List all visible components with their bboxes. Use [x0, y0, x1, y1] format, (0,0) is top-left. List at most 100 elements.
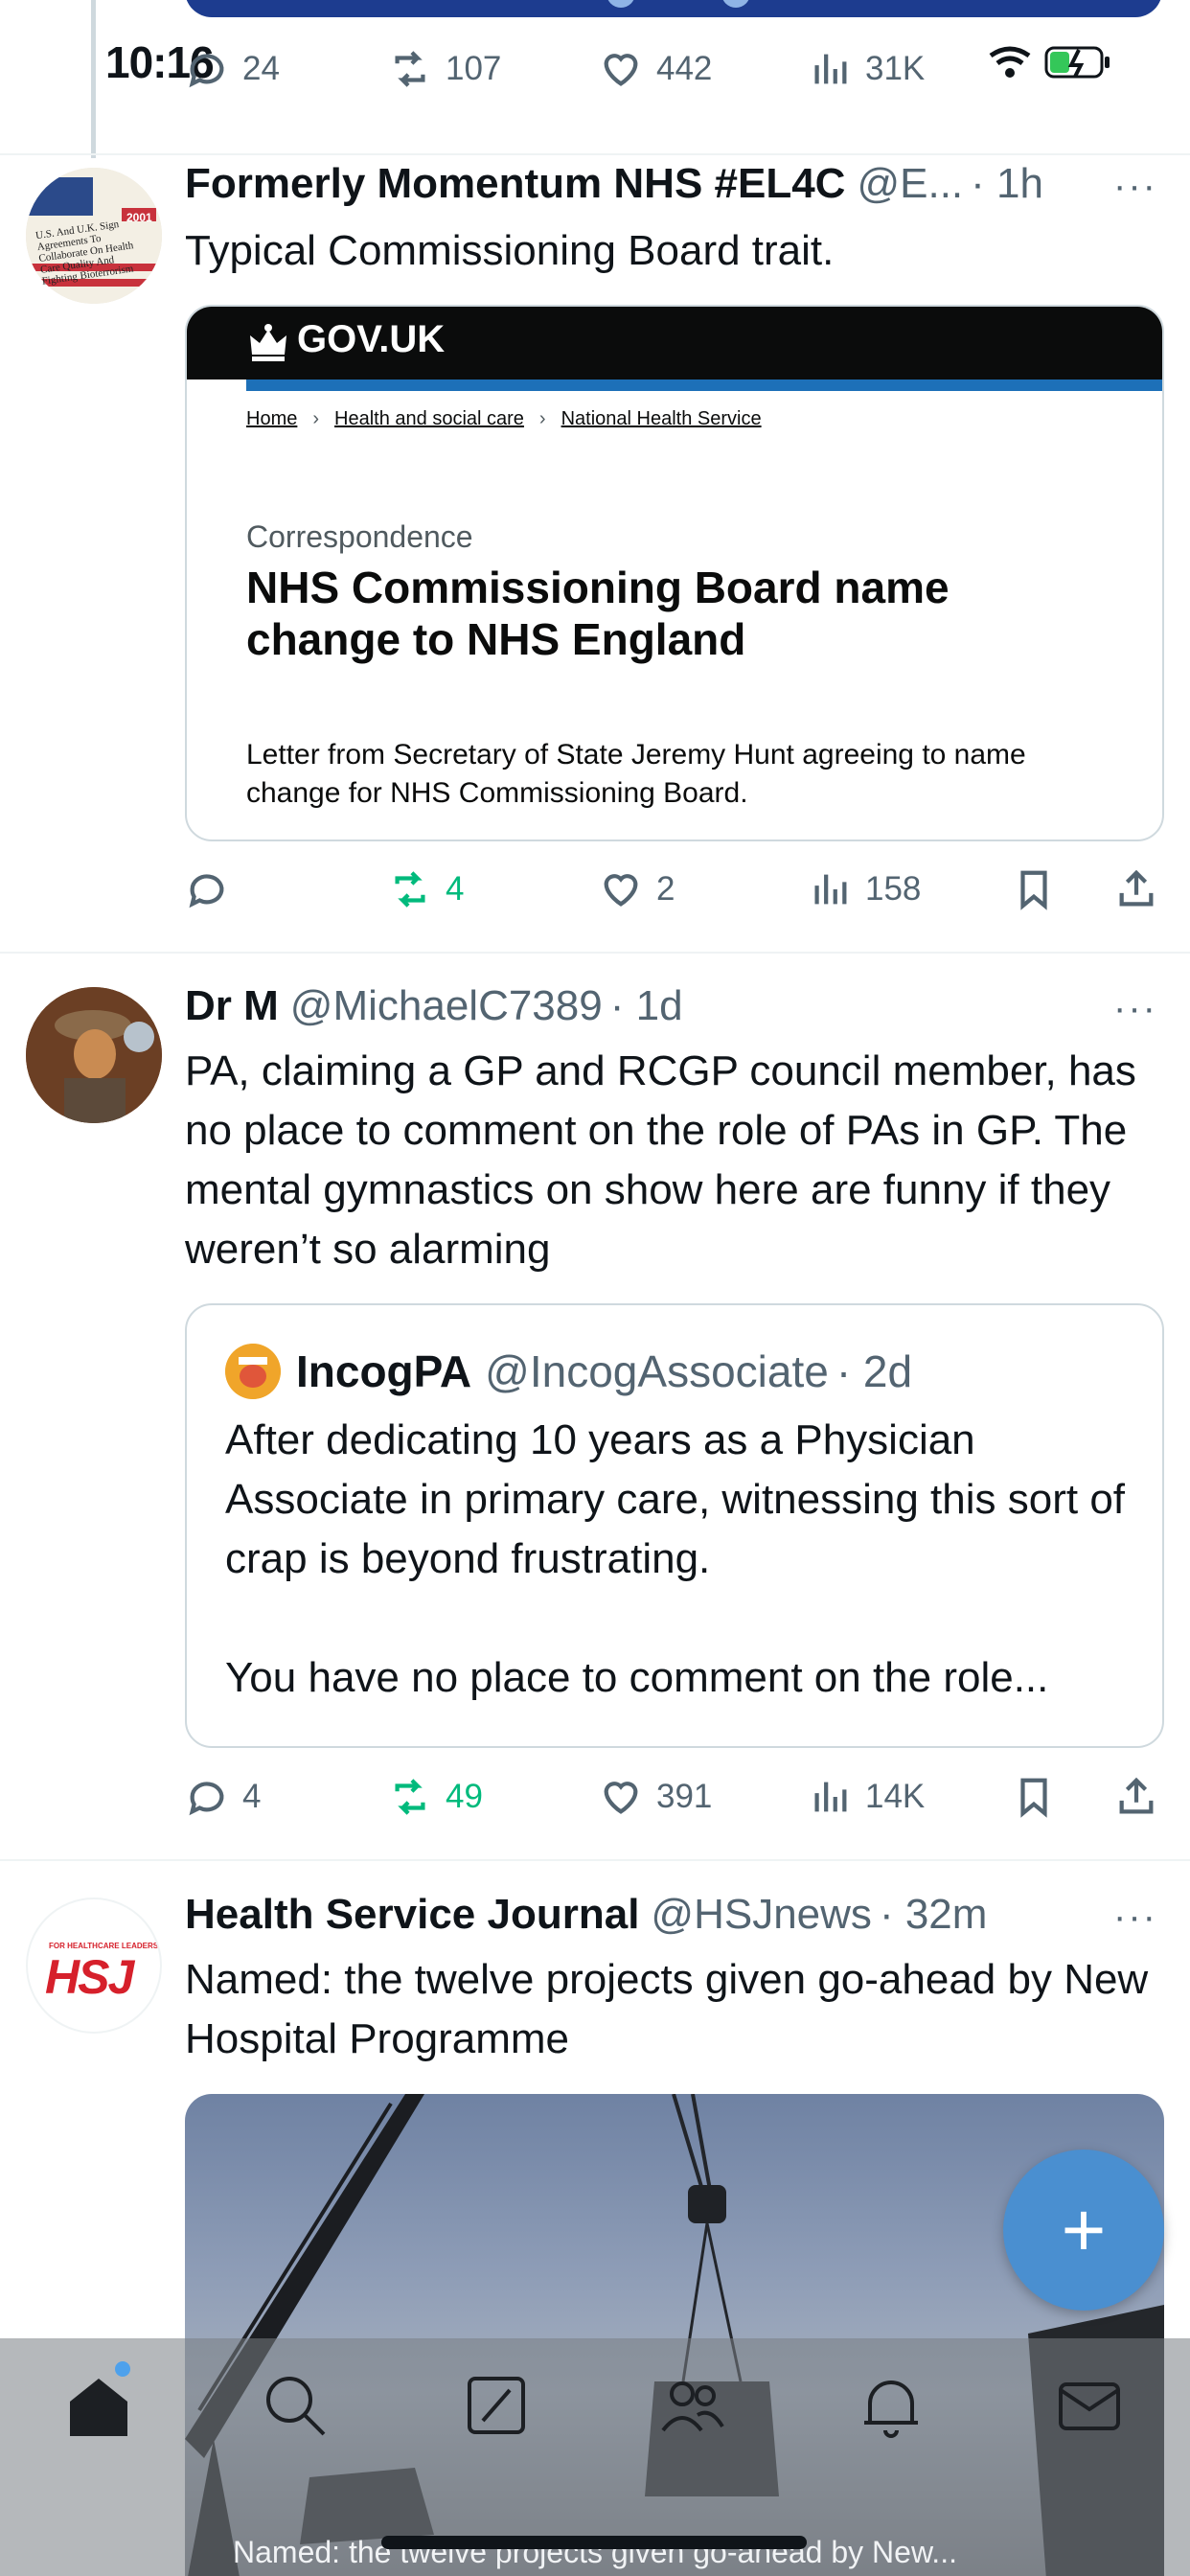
- tweet-actions: 4 2 158: [185, 861, 1162, 918]
- quoted-tweet-header: IncogPA @IncogAssociate · 2d: [225, 1344, 912, 1399]
- breadcrumb-nhs: National Health Service: [561, 408, 762, 429]
- card-label: Correspondence: [246, 519, 473, 554]
- avatar[interactable]: FOR HEALTHCARE LEADERS HSJ: [26, 1898, 162, 2034]
- views-icon: [814, 1782, 847, 1812]
- reply-count: 4: [242, 1778, 262, 1815]
- tweet-actions: 4 49 391 14K: [185, 1768, 1162, 1826]
- like-button[interactable]: 2: [599, 867, 675, 911]
- breadcrumb: Home › Health and social care › National…: [246, 408, 762, 430]
- display-name[interactable]: Dr M: [185, 982, 279, 1030]
- media-detail: [606, 0, 635, 8]
- like-button[interactable]: 391: [599, 1775, 712, 1819]
- home-indicator[interactable]: [381, 2536, 807, 2549]
- bookmark-button[interactable]: [1012, 1775, 1069, 1819]
- tweet-header: Formerly Momentum NHS #EL4C @E... · 1h: [185, 160, 1043, 208]
- reply-icon: [189, 1782, 224, 1816]
- like-count: 2: [656, 870, 675, 908]
- like-count: 442: [656, 50, 713, 87]
- tab-notifications[interactable]: [853, 2367, 929, 2444]
- gov-brand: GOV.UK: [297, 318, 446, 360]
- more-options-button[interactable]: ···: [1113, 1896, 1157, 1939]
- media-detail: [721, 0, 750, 8]
- communities-icon: [661, 2381, 724, 2432]
- reply-icon: [189, 54, 224, 88]
- breadcrumb-health: Health and social care: [334, 408, 524, 429]
- tweet-time[interactable]: · 32m: [880, 1891, 987, 1939]
- repost-button[interactable]: 4: [388, 867, 464, 911]
- reply-count: 24: [242, 50, 280, 87]
- reply-button[interactable]: 24: [185, 47, 280, 91]
- repost-button[interactable]: 49: [388, 1775, 483, 1819]
- quoted-user-handle: @IncogAssociate: [485, 1346, 829, 1396]
- reply-button[interactable]: 4: [185, 1775, 261, 1819]
- repost-count: 107: [446, 50, 502, 87]
- user-handle[interactable]: @HSJnews: [651, 1891, 872, 1939]
- like-button[interactable]: 442: [599, 47, 712, 91]
- reply-button[interactable]: [185, 867, 242, 911]
- share-button[interactable]: [1114, 867, 1172, 911]
- bookmark-button[interactable]: [1012, 867, 1069, 911]
- share-button[interactable]: [1114, 1775, 1172, 1819]
- views-button[interactable]: 31K: [808, 47, 925, 91]
- compose-button[interactable]: +: [1003, 2150, 1164, 2311]
- avatar-year: 2001: [126, 211, 152, 224]
- tweet-header: Dr M @MichaelC7389 · 1d: [185, 982, 683, 1030]
- reply-icon: [189, 874, 224, 908]
- search-icon: [266, 2377, 326, 2436]
- quoted-text-paragraph: After dedicating 10 years as a Physician…: [225, 1416, 1126, 1582]
- avatar-image: [225, 1344, 281, 1399]
- gov-header: GOV.UK: [187, 307, 1162, 380]
- card-title: NHS Commissioning Board name change to N…: [246, 563, 950, 664]
- plus-icon: +: [1061, 2187, 1107, 2272]
- breadcrumb-home: Home: [246, 408, 298, 429]
- previous-tweet-actions: 24 107 442 31K: [185, 40, 1162, 98]
- display-name[interactable]: Formerly Momentum NHS #EL4C: [185, 160, 845, 208]
- avatar[interactable]: [26, 987, 162, 1123]
- repost-button[interactable]: 107: [388, 47, 501, 91]
- views-button[interactable]: 158: [808, 867, 921, 911]
- tab-messages[interactable]: [1051, 2367, 1128, 2444]
- link-card[interactable]: GOV.UK Home › Health and social care › N…: [185, 305, 1164, 841]
- tweet-text[interactable]: Named: the twelve projects given go-ahea…: [185, 1950, 1162, 2069]
- repost-icon: [395, 51, 425, 87]
- more-options-button[interactable]: ···: [1113, 165, 1157, 208]
- tab-grok[interactable]: [458, 2367, 535, 2444]
- quoted-tweet-text: After dedicating 10 years as a Physician…: [225, 1411, 1135, 1708]
- more-options-button[interactable]: ···: [1113, 987, 1157, 1030]
- tweet-text[interactable]: Typical Commissioning Board trait.: [185, 221, 1162, 281]
- grok-icon: [468, 2377, 525, 2434]
- display-name[interactable]: Health Service Journal: [185, 1891, 639, 1939]
- previous-tweet-media[interactable]: [185, 0, 1162, 17]
- tab-search[interactable]: [257, 2367, 333, 2444]
- repost-icon: [395, 1779, 425, 1815]
- tweet-time[interactable]: · 1h: [971, 160, 1043, 208]
- new-content-indicator: [115, 2361, 130, 2377]
- repost-icon: [395, 871, 425, 908]
- views-button[interactable]: 14K: [808, 1775, 925, 1819]
- views-count: 14K: [865, 1778, 926, 1815]
- tweet-time[interactable]: · 1d: [610, 982, 683, 1030]
- chevron-right-icon: ›: [312, 408, 320, 429]
- user-handle[interactable]: @MichaelC7389: [290, 982, 603, 1030]
- tweet-header: Health Service Journal @HSJnews · 32m: [185, 1891, 987, 1939]
- chevron-right-icon: ›: [538, 408, 546, 429]
- divider: [0, 1859, 1190, 1861]
- quoted-display-name: IncogPA: [296, 1346, 472, 1396]
- bookmark-icon: [1020, 870, 1047, 910]
- tab-home[interactable]: [60, 2367, 137, 2444]
- quoted-tweet-time: · 2d: [835, 1346, 913, 1396]
- repost-count: 49: [446, 1778, 483, 1815]
- thread-line: [91, 0, 96, 158]
- tab-communities[interactable]: [653, 2367, 730, 2444]
- hsj-logo: HSJ: [45, 1950, 134, 2004]
- tweet-text[interactable]: PA, claiming a GP and RCGP council membe…: [185, 1042, 1162, 1279]
- views-icon: [814, 54, 847, 84]
- repost-count: 4: [446, 870, 465, 908]
- crown-icon: [250, 324, 286, 361]
- share-icon: [1119, 869, 1154, 907]
- quoted-avatar: [225, 1344, 281, 1399]
- heart-icon: [604, 54, 638, 86]
- home-icon: [70, 2379, 127, 2436]
- quoted-tweet[interactable]: IncogPA @IncogAssociate · 2d After dedic…: [185, 1303, 1164, 1748]
- user-handle[interactable]: @E...: [857, 160, 963, 208]
